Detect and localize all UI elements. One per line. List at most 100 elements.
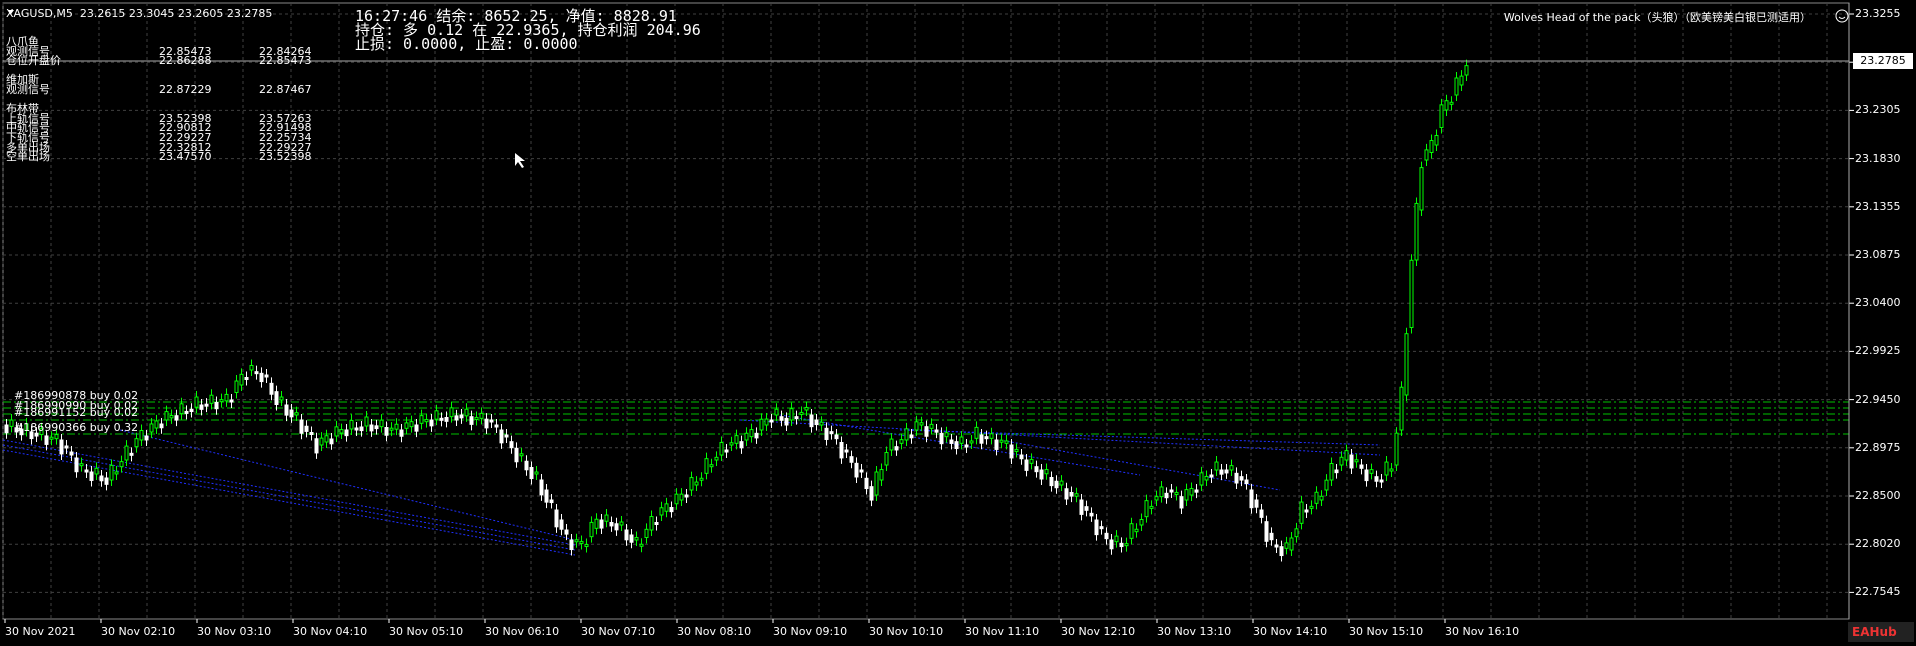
- candle-body: [554, 509, 559, 528]
- candle-body: [1384, 461, 1389, 476]
- candle-body: [534, 471, 539, 475]
- candle-body: [629, 534, 634, 543]
- time-tick: 30 Nov 08:10: [677, 625, 752, 638]
- candle-body: [314, 438, 319, 454]
- candle-body: [1199, 472, 1204, 486]
- candle-body: [464, 408, 469, 417]
- candle-body: [244, 377, 249, 380]
- candle-body: [1119, 542, 1124, 548]
- candle-body: [1189, 488, 1194, 496]
- indicator-v1: 23.47570: [159, 150, 212, 164]
- candle-body: [649, 516, 654, 531]
- candle-body: [59, 439, 64, 455]
- candle-body: [904, 428, 909, 441]
- time-tick: 30 Nov 05:10: [389, 625, 464, 638]
- candle-body: [804, 406, 809, 411]
- candle-body: [1109, 539, 1114, 550]
- candle-body: [1054, 480, 1059, 489]
- candle-body: [69, 451, 74, 456]
- candle-body: [219, 399, 224, 403]
- candle-body: [104, 477, 109, 485]
- candle-body: [839, 442, 844, 459]
- candle-body: [994, 439, 999, 450]
- candle-body: [304, 425, 309, 432]
- candle-body: [879, 469, 884, 481]
- candle-body: [1459, 75, 1464, 86]
- candle-body: [9, 419, 14, 427]
- candle-body: [489, 419, 494, 423]
- candle-body: [1374, 476, 1379, 482]
- candle-body: [1269, 532, 1274, 541]
- time-tick: 30 Nov 13:10: [1157, 625, 1232, 638]
- candle-body: [689, 477, 694, 491]
- candle-body: [1049, 477, 1054, 487]
- candle-body: [789, 408, 794, 421]
- candle-body: [169, 415, 174, 419]
- candle-body: [204, 403, 209, 407]
- candle-body: [969, 440, 974, 444]
- candle-body: [319, 437, 324, 446]
- candle-body: [129, 452, 134, 456]
- candle-body: [1044, 469, 1049, 475]
- candle-body: [209, 394, 214, 404]
- candle-body: [934, 429, 939, 433]
- time-tick: 30 Nov 2021: [5, 625, 76, 638]
- time-tick: 30 Nov 10:10: [869, 625, 944, 638]
- candle-body: [1289, 537, 1294, 551]
- candle-body: [359, 426, 364, 432]
- candle-body: [549, 499, 554, 504]
- candle-body: [669, 507, 674, 513]
- candle-body: [1084, 506, 1089, 511]
- candle-body: [394, 423, 399, 430]
- candle-body: [959, 436, 964, 444]
- candle-body: [639, 543, 644, 547]
- candle-body: [509, 441, 514, 449]
- expert-advisor-name: Wolves Head of the pack（头狼）（欧美镑美白银已测适用）: [1503, 11, 1811, 24]
- candle-body: [834, 434, 839, 440]
- candle-body: [589, 521, 594, 538]
- candle-body: [384, 427, 389, 436]
- candle-body: [1399, 386, 1404, 431]
- candle-body: [699, 477, 704, 481]
- candle-body: [1279, 546, 1284, 557]
- candle-body: [529, 467, 534, 480]
- candle-body: [474, 416, 479, 420]
- candle-body: [1174, 491, 1179, 495]
- candle-body: [829, 431, 834, 435]
- candle-body: [624, 529, 629, 541]
- candle-body: [944, 432, 949, 438]
- candle-body: [1359, 464, 1364, 469]
- candle-body: [344, 429, 349, 437]
- candle-body: [1239, 476, 1244, 481]
- candle-body: [89, 471, 94, 481]
- candle-body: [439, 417, 444, 421]
- candle-body: [494, 424, 499, 428]
- price-chart[interactable]: [0, 0, 1916, 646]
- candle-body: [949, 439, 954, 444]
- candle-body: [1124, 543, 1129, 547]
- candle-body: [1274, 544, 1279, 548]
- indicator-label: 空单出场: [6, 150, 50, 164]
- candle-body: [859, 469, 864, 473]
- candle-body: [49, 436, 54, 440]
- candle-body: [109, 464, 114, 481]
- candle-body: [1129, 523, 1134, 539]
- candle-body: [144, 435, 149, 441]
- candle-body: [704, 458, 709, 474]
- symbol-info: XAGUSD,M5 23.2615 23.3045 23.2605 23.278…: [6, 7, 273, 20]
- candle-body: [379, 419, 384, 428]
- candle-body: [184, 410, 189, 414]
- candle-body: [164, 411, 169, 421]
- candle-body: [1414, 202, 1419, 261]
- candle-body: [1104, 532, 1109, 540]
- price-tick: 22.9450: [1855, 392, 1901, 406]
- candle-body: [1419, 167, 1424, 211]
- candle-body: [454, 415, 459, 421]
- candle-body: [1219, 469, 1224, 475]
- candle-body: [884, 452, 889, 466]
- candle-body: [794, 416, 799, 420]
- candle-body: [124, 445, 129, 461]
- candle-body: [714, 456, 719, 461]
- indicator-label: 观测信号: [6, 83, 50, 96]
- candle-body: [254, 371, 259, 375]
